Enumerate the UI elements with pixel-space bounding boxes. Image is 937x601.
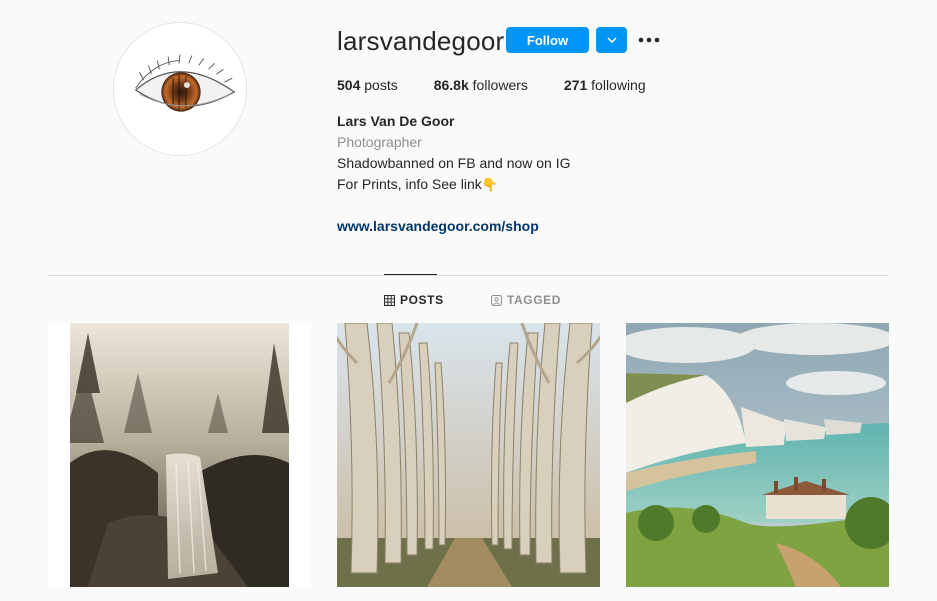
eye-avatar-icon (114, 23, 246, 155)
tagged-icon (491, 294, 502, 306)
bio-line: Shadowbanned on FB and now on IG (337, 155, 571, 171)
post-thumbnail[interactable] (48, 323, 311, 587)
tab-tagged[interactable]: TAGGED (491, 293, 561, 307)
grid-icon (384, 294, 395, 306)
following-stat[interactable]: 271 following (564, 77, 646, 93)
more-options-icon (638, 37, 660, 43)
tabs-divider (48, 275, 888, 276)
tab-tagged-label: TAGGED (507, 293, 562, 307)
following-stat-label: following (587, 77, 646, 93)
profile-username: larsvandegoor (337, 26, 505, 56)
pointing-down-emoji: 👇 (481, 178, 498, 193)
profile-website-link[interactable]: www.larsvandegoor.com/shop (337, 218, 539, 234)
suggested-dropdown-button[interactable] (596, 27, 627, 53)
posts-stat-label: posts (360, 77, 398, 93)
post-thumbnail[interactable] (337, 323, 600, 587)
posts-stat: 504 posts (337, 77, 398, 93)
followers-stat-label: followers (468, 77, 528, 93)
more-options-button[interactable] (637, 30, 661, 50)
profile-page: larsvandegoor Follow 504 posts 86.8k fol… (0, 0, 937, 601)
followers-count: 86.8k (433, 77, 469, 93)
active-tab-indicator (384, 274, 437, 275)
bio-line-text: For Prints, info See link (337, 176, 482, 192)
chevron-down-icon (606, 37, 617, 43)
following-count: 271 (563, 77, 588, 93)
profile-avatar[interactable] (113, 22, 247, 156)
white-cliffs-coast-photo (626, 323, 889, 587)
profile-category: Photographer (337, 134, 422, 150)
tree-avenue-photo (337, 323, 600, 587)
profile-full-name: Lars Van De Goor (337, 113, 455, 129)
followers-stat[interactable]: 86.8k followers (434, 77, 528, 93)
post-thumbnail[interactable] (626, 323, 889, 587)
tab-posts-label: POSTS (400, 293, 444, 307)
tab-posts[interactable]: POSTS (384, 293, 444, 307)
posts-count: 504 (337, 77, 361, 93)
follow-button[interactable]: Follow (506, 27, 589, 53)
bio-line-prints: For Prints, info See link👇 (337, 176, 498, 193)
profile-stats: 504 posts 86.8k followers 271 following (337, 77, 646, 93)
waterfall-forest-photo (48, 323, 311, 587)
